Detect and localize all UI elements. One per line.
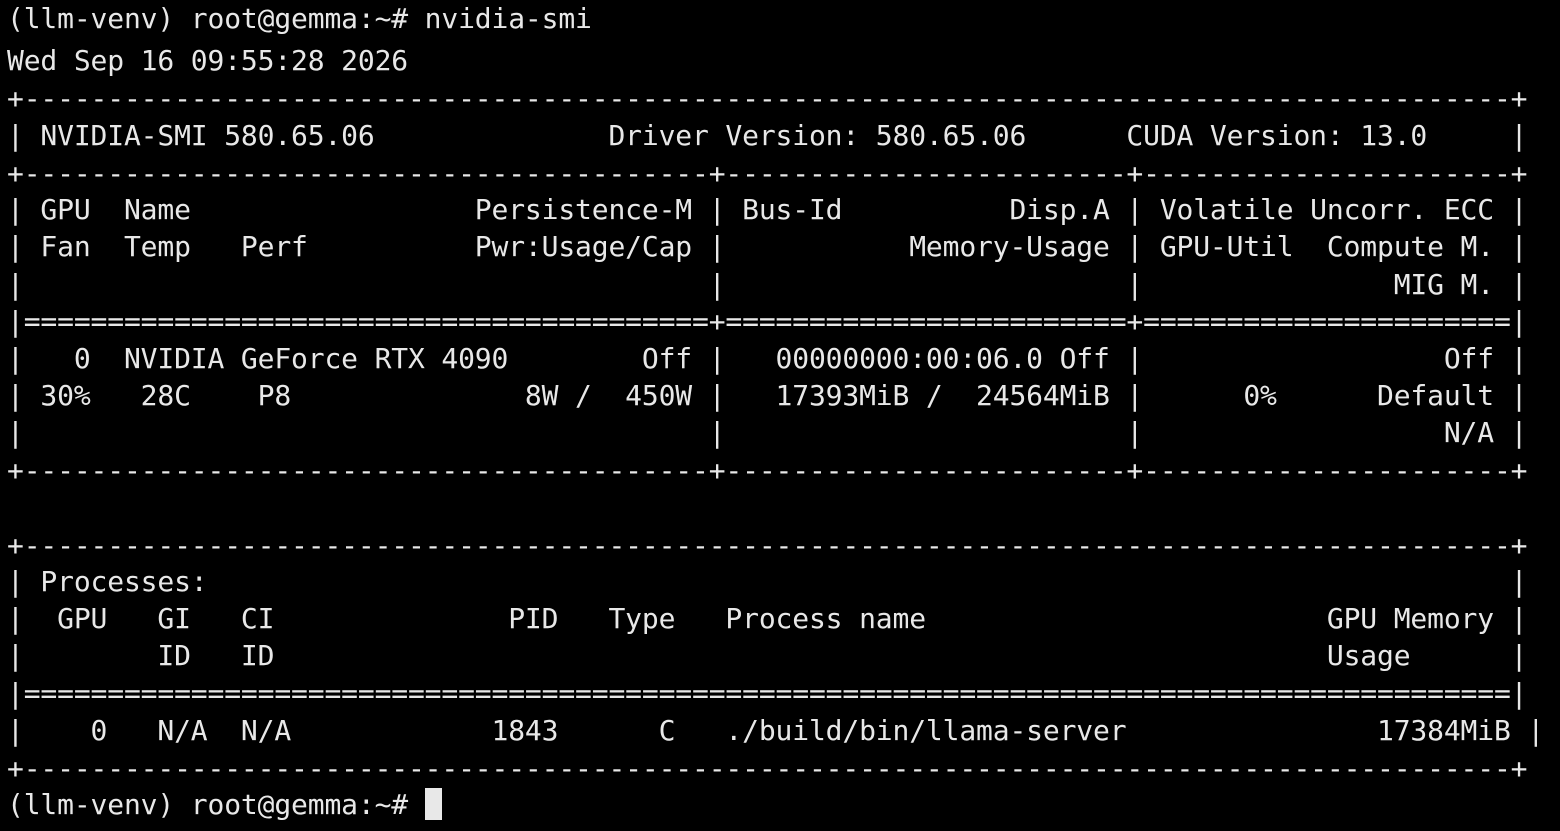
gpu-table-header-separator: |=======================================… xyxy=(7,305,1528,338)
version-row: | NVIDIA-SMI 580.65.06 Driver Version: 5… xyxy=(7,119,1528,152)
gpu-row-3: | | | N/A | xyxy=(7,416,1528,449)
processes-header-row-2: | ID ID Usage | xyxy=(7,639,1528,672)
timestamp: Wed Sep 16 09:55:28 2026 xyxy=(7,44,408,77)
processes-title-row: | Processes: | xyxy=(7,565,1528,598)
processes-header-separator: |=======================================… xyxy=(7,677,1528,710)
gpu-table-header-row-1: | GPU Name Persistence-M | Bus-Id Disp.A… xyxy=(7,193,1528,226)
processes-bottom-border: +---------------------------------------… xyxy=(7,752,1528,785)
header-top-border: +---------------------------------------… xyxy=(7,82,1528,115)
process-row: | 0 N/A N/A 1843 C ./build/bin/llama-ser… xyxy=(7,714,1545,747)
processes-header-row-1: | GPU GI CI PID Type Process name GPU Me… xyxy=(7,602,1528,635)
gpu-table-top-border: +---------------------------------------… xyxy=(7,157,1528,190)
gpu-row-2: | 30% 28C P8 8W / 450W | 17393MiB / 2456… xyxy=(7,379,1528,412)
command-line: (llm-venv) root@gemma:~# nvidia-smi xyxy=(7,2,592,35)
gpu-table-header-row-2: | Fan Temp Perf Pwr:Usage/Cap | Memory-U… xyxy=(7,230,1528,263)
gpu-table-header-row-3: | | | MIG M. | xyxy=(7,268,1528,301)
gpu-row-1: | 0 NVIDIA GeForce RTX 4090 Off | 000000… xyxy=(7,342,1528,375)
prompt-line[interactable]: (llm-venv) root@gemma:~# xyxy=(7,786,442,823)
terminal-window[interactable]: (llm-venv) root@gemma:~# nvidia-smi Wed … xyxy=(0,0,1560,831)
block-cursor-icon xyxy=(424,788,442,820)
processes-top-border: +---------------------------------------… xyxy=(7,529,1528,562)
prompt-text: (llm-venv) root@gemma:~# xyxy=(7,788,425,821)
gpu-table-bottom-border: +---------------------------------------… xyxy=(7,454,1528,487)
